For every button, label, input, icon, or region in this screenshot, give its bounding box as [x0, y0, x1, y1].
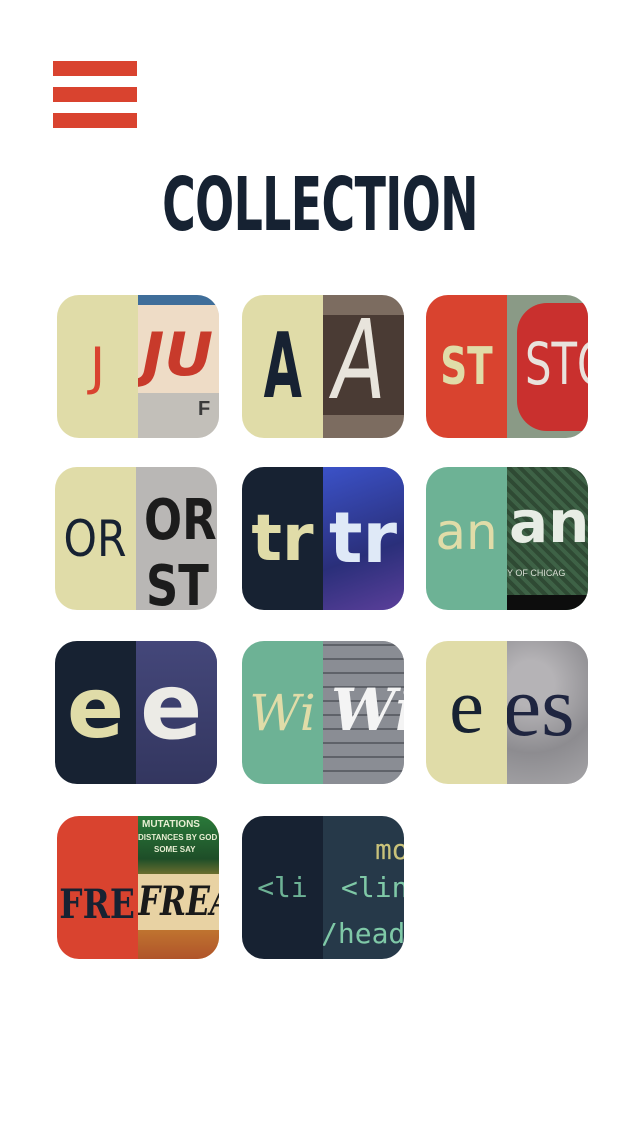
photo-sub-glyph: Y OF CHICAG — [507, 568, 566, 578]
collection-grid: J JU F A A ST STO OR — [0, 0, 640, 1136]
tile-glyph: e — [67, 658, 124, 757]
collection-item-an[interactable]: an an Y OF CHICAG — [426, 467, 588, 610]
tile-photo-panel: A — [323, 295, 404, 438]
tile-font-panel: <li — [242, 816, 323, 959]
tile-glyph: e — [449, 661, 484, 749]
tile-font-panel: ST — [426, 295, 507, 438]
photo-sub-glyph: /head — [323, 917, 404, 950]
collection-item-j[interactable]: J JU F — [57, 295, 219, 438]
collection-item-fre[interactable]: FRE MUTATIONS DISTANCES BY GOD SOME SAY … — [57, 816, 219, 959]
tile-font-panel: OR — [55, 467, 136, 610]
photo-glyph: STO — [525, 330, 588, 398]
photo-glyph: e — [140, 653, 203, 760]
tile-font-panel: A — [242, 295, 323, 438]
photo-glyph: an — [509, 488, 588, 556]
tile-photo-panel: mo <lin /head — [323, 816, 404, 959]
photo-glyph: es — [507, 658, 575, 754]
tile-font-panel: e — [55, 641, 136, 784]
photo-sub-glyph: MUTATIONS — [142, 819, 200, 830]
tile-font-panel: e — [426, 641, 507, 784]
tile-glyph: OR — [63, 509, 127, 568]
tile-font-panel: Wi — [242, 641, 323, 784]
collection-item-st[interactable]: ST STO — [426, 295, 588, 438]
collection-item-e-serif[interactable]: e es — [426, 641, 588, 784]
photo-glyph: JU — [142, 320, 214, 390]
tile-glyph: Wi — [249, 683, 316, 742]
tile-font-panel: FRE — [57, 816, 138, 959]
tile-font-panel: J — [57, 295, 138, 438]
photo-sub-glyph: SOME SAY — [154, 845, 196, 854]
tile-photo-panel: STO — [507, 295, 588, 438]
photo-sub-glyph: mo — [375, 833, 404, 866]
tile-glyph: ST — [440, 336, 493, 397]
tile-glyph: J — [89, 336, 106, 397]
tile-glyph: an — [435, 502, 498, 561]
tile-glyph: tr — [251, 501, 314, 576]
tile-glyph: <li — [257, 870, 308, 904]
photo-sub-glyph: DISTANCES BY GOD — [138, 833, 218, 842]
collection-item-tr[interactable]: tr tr — [242, 467, 404, 610]
tile-photo-panel: es — [507, 641, 588, 784]
photo-glyph: A — [333, 296, 386, 424]
photo-sub-glyph: ST — [146, 554, 209, 611]
tile-photo-panel: tr — [323, 467, 404, 610]
tile-photo-panel: OR ST — [136, 467, 217, 610]
photo-sign-top — [138, 295, 219, 305]
tile-photo-panel: MUTATIONS DISTANCES BY GOD SOME SAY FREA — [138, 816, 219, 959]
photo-glyph: FREA — [138, 878, 219, 925]
tile-font-panel: tr — [242, 467, 323, 610]
tile-photo-panel: e — [136, 641, 217, 784]
collection-item-e[interactable]: e e — [55, 641, 217, 784]
photo-glyph: <lin — [341, 871, 404, 904]
tile-photo-panel: JU F — [138, 295, 219, 438]
photo-sub-glyph: F — [198, 398, 211, 420]
photo-glyph: OR — [144, 488, 217, 553]
photo-glyph: tr — [329, 497, 397, 579]
tile-photo-panel: an Y OF CHICAG — [507, 467, 588, 610]
collection-item-li[interactable]: <li mo <lin /head — [242, 816, 404, 959]
photo-glyph: Wi — [331, 676, 404, 744]
collection-item-a[interactable]: A A — [242, 295, 404, 438]
collection-item-wi[interactable]: Wi Wi — [242, 641, 404, 784]
tile-glyph: FRE — [59, 880, 136, 928]
photo-bottom-bar — [507, 595, 588, 610]
tile-photo-panel: Wi — [323, 641, 404, 784]
tile-glyph: A — [263, 313, 302, 419]
collection-item-or[interactable]: OR OR ST — [55, 467, 217, 610]
tile-font-panel: an — [426, 467, 507, 610]
